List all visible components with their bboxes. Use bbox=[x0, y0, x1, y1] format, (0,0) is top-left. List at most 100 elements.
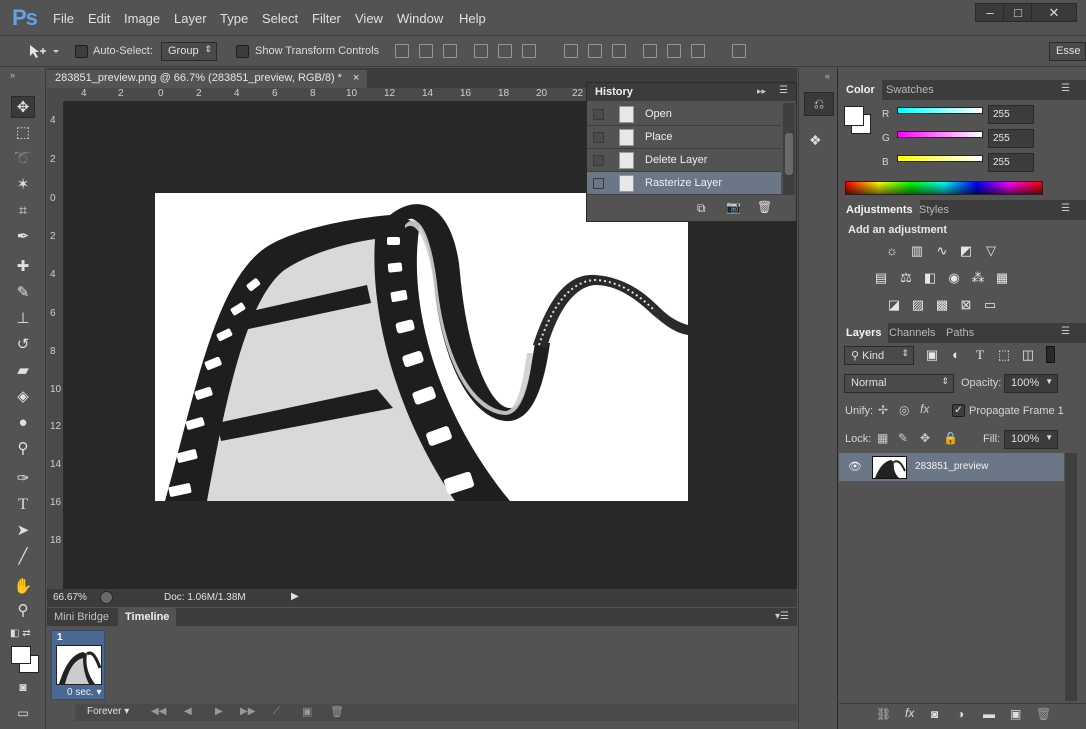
selective-color-icon[interactable]: ⊠ bbox=[958, 297, 974, 312]
status-info-icon[interactable] bbox=[100, 591, 113, 604]
filter-type-icon[interactable]: T bbox=[972, 347, 988, 362]
panel-menu-icon[interactable]: ☰ bbox=[1061, 203, 1070, 214]
distribute-top-icon[interactable] bbox=[564, 44, 578, 58]
layers-scrollbar[interactable] bbox=[1065, 453, 1077, 701]
history-dock-icon[interactable]: ⎌ bbox=[804, 92, 834, 116]
auto-align-icon[interactable] bbox=[732, 44, 746, 58]
propagate-frame-checkbox[interactable]: ✓ bbox=[952, 404, 965, 417]
line-tool-icon[interactable]: ╱ bbox=[11, 546, 35, 568]
first-frame-icon[interactable]: ◀◀ bbox=[151, 706, 166, 717]
add-layer-style-icon[interactable]: fx bbox=[905, 706, 914, 720]
hue-saturation-icon[interactable]: ▤ bbox=[873, 270, 889, 285]
blue-slider[interactable] bbox=[897, 155, 983, 162]
menu-select[interactable]: Select bbox=[262, 11, 298, 26]
filter-pixel-icon[interactable]: ▣ bbox=[924, 347, 940, 362]
brightness-contrast-icon[interactable]: ☼ bbox=[884, 243, 900, 258]
unify-style-icon[interactable]: fx bbox=[920, 402, 929, 416]
tab-color[interactable]: Color bbox=[839, 80, 882, 100]
filter-smart-object-icon[interactable]: ◫ bbox=[1020, 347, 1036, 362]
new-layer-icon[interactable]: ▣ bbox=[1010, 707, 1021, 721]
duplicate-frame-icon[interactable]: ▣ bbox=[302, 705, 312, 718]
lock-all-icon[interactable]: 🔒 bbox=[943, 431, 958, 445]
menu-image[interactable]: Image bbox=[124, 11, 160, 26]
new-adjustment-layer-icon[interactable]: ◑ bbox=[957, 707, 964, 721]
distribute-hcenter-icon[interactable] bbox=[667, 44, 681, 58]
menu-help[interactable]: Help bbox=[459, 11, 486, 26]
eyedropper-tool-icon[interactable]: ✒ bbox=[11, 226, 35, 248]
menu-window[interactable]: Window bbox=[397, 11, 443, 26]
menu-filter[interactable]: Filter bbox=[312, 11, 341, 26]
blur-tool-icon[interactable]: ● bbox=[11, 412, 35, 434]
path-selection-tool-icon[interactable]: ➤ bbox=[11, 520, 35, 542]
panel-menu-icon[interactable]: ☰ bbox=[1061, 83, 1070, 94]
panel-menu-icon[interactable]: ▾☰ bbox=[775, 611, 789, 622]
channel-mixer-icon[interactable]: ⁂ bbox=[970, 270, 986, 285]
auto-select-dropdown[interactable]: Group ⇕ bbox=[161, 42, 217, 61]
ruler-vertical[interactable]: 4 2 0 2 4 6 8 10 12 14 16 18 bbox=[47, 102, 64, 589]
threshold-icon[interactable]: ▩ bbox=[934, 297, 950, 312]
move-tool-preset-icon[interactable] bbox=[26, 43, 60, 59]
blue-value-field[interactable]: 255 bbox=[988, 153, 1034, 172]
frame-delay[interactable]: 0 sec. ▾ bbox=[67, 687, 102, 698]
new-group-icon[interactable]: ▬ bbox=[983, 707, 995, 721]
link-layers-icon[interactable]: ⛓ bbox=[876, 707, 891, 721]
layer-row[interactable]: 👁 283851_preview bbox=[839, 453, 1064, 481]
loop-options[interactable]: Forever ▾ bbox=[87, 706, 129, 717]
gradient-map-icon[interactable]: ▭ bbox=[982, 297, 998, 312]
crop-tool-icon[interactable]: ⌗ bbox=[11, 200, 35, 222]
new-document-from-state-icon[interactable]: ⧉ bbox=[697, 201, 706, 216]
curves-icon[interactable]: ∿ bbox=[934, 243, 950, 258]
tab-paths[interactable]: Paths bbox=[939, 323, 981, 343]
move-tool-icon[interactable]: ✥ bbox=[11, 96, 35, 118]
color-lookup-icon[interactable]: ▦ bbox=[994, 270, 1010, 285]
unify-visibility-icon[interactable]: ◎ bbox=[899, 403, 909, 417]
healing-brush-tool-icon[interactable]: ✚ bbox=[11, 256, 35, 278]
quick-mask-icon[interactable]: ◙ bbox=[11, 676, 35, 698]
animation-frame[interactable]: 1 0 sec. ▾ bbox=[51, 630, 105, 700]
unify-position-icon[interactable]: ✢ bbox=[878, 403, 888, 417]
panel-menu-icon[interactable]: ☰ bbox=[779, 85, 788, 96]
color-spectrum-bar[interactable] bbox=[845, 181, 1043, 195]
photo-filter-icon[interactable]: ◉ bbox=[946, 270, 962, 285]
menu-layer[interactable]: Layer bbox=[174, 11, 207, 26]
minimize-button[interactable]: – bbox=[975, 3, 1005, 22]
show-transform-checkbox[interactable] bbox=[236, 45, 249, 58]
history-snapshot-checkbox[interactable] bbox=[593, 132, 604, 143]
distribute-left-icon[interactable] bbox=[643, 44, 657, 58]
marquee-tool-icon[interactable]: ⬚ bbox=[11, 122, 35, 144]
collapse-panel-icon[interactable]: ▸▸ bbox=[757, 86, 766, 97]
properties-dock-icon[interactable]: ❖ bbox=[809, 132, 822, 149]
collapse-dock-icon[interactable]: « bbox=[825, 71, 830, 81]
status-menu-arrow-icon[interactable]: ▶ bbox=[291, 591, 299, 602]
history-snapshot-checkbox[interactable] bbox=[593, 178, 604, 189]
menu-edit[interactable]: Edit bbox=[88, 11, 110, 26]
color-foreground-swatch[interactable] bbox=[844, 106, 864, 126]
auto-select-checkbox[interactable] bbox=[75, 45, 88, 58]
document-image[interactable] bbox=[155, 193, 688, 501]
lock-position-icon[interactable]: ✥ bbox=[920, 431, 930, 445]
default-colors-icon[interactable]: ◧ ⇄ bbox=[10, 628, 31, 639]
foreground-color-swatch[interactable] bbox=[11, 646, 31, 664]
exposure-icon[interactable]: ◩ bbox=[958, 243, 974, 258]
menu-file[interactable]: File bbox=[53, 11, 74, 26]
lock-transparency-icon[interactable]: ▦ bbox=[877, 431, 888, 445]
next-frame-icon[interactable]: ▶▶ bbox=[240, 706, 255, 717]
close-button[interactable]: ✕ bbox=[1031, 3, 1077, 22]
tab-mini-bridge[interactable]: Mini Bridge bbox=[47, 608, 116, 626]
zoom-level[interactable]: 66.67% bbox=[53, 592, 87, 603]
history-snapshot-checkbox[interactable] bbox=[593, 155, 604, 166]
document-tab[interactable]: 283851_preview.png @ 66.7% (283851_previ… bbox=[47, 70, 367, 88]
align-hcenter-icon[interactable] bbox=[498, 44, 512, 58]
green-slider[interactable] bbox=[897, 131, 983, 138]
vibrance-icon[interactable]: ▽ bbox=[983, 243, 999, 258]
screen-mode-icon[interactable]: ▭ bbox=[11, 702, 35, 724]
filter-shape-icon[interactable]: ⬚ bbox=[996, 347, 1012, 362]
history-item[interactable]: Place bbox=[587, 126, 781, 149]
align-right-icon[interactable] bbox=[522, 44, 536, 58]
zoom-tool-icon[interactable]: ⚲ bbox=[11, 600, 35, 622]
history-scrollbar[interactable] bbox=[783, 103, 795, 195]
panel-menu-icon[interactable]: ☰ bbox=[1061, 326, 1070, 337]
eye-icon[interactable]: 👁 bbox=[848, 460, 862, 473]
delete-state-icon[interactable]: 🗑 bbox=[757, 200, 772, 214]
align-left-icon[interactable] bbox=[474, 44, 488, 58]
